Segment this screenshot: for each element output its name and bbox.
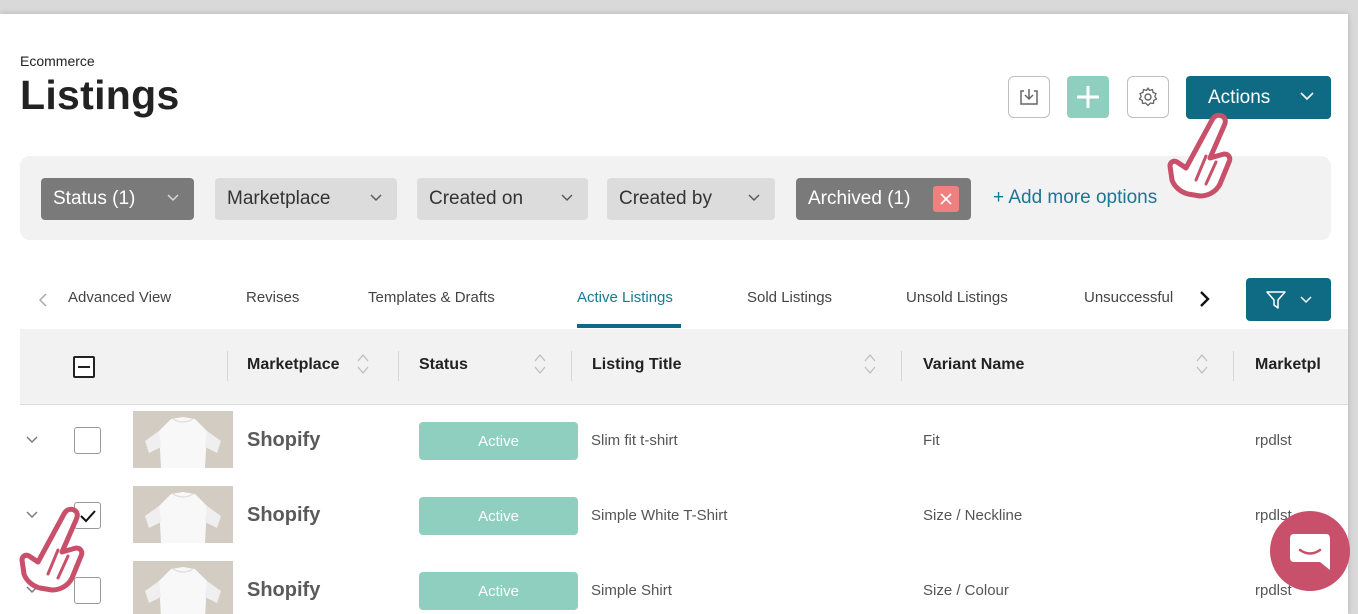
chevron-down-icon [1300,92,1314,101]
marketplace-name: Shopify [247,504,321,526]
chat-button[interactable] [1270,511,1350,591]
tab-unsold-listings[interactable]: Unsold Listings [906,289,1008,306]
column-divider [571,351,572,381]
product-thumbnail [133,561,233,614]
tab-sold-listings[interactable]: Sold Listings [747,289,832,306]
column-divider [398,351,399,381]
filter-chip-archived[interactable]: Archived (1) [796,178,971,220]
marketplace-user: rpdlst [1255,582,1292,599]
column-divider [901,351,902,381]
column-header-marketplace-user[interactable]: Marketpl [1255,356,1321,374]
filter-chip-status[interactable]: Status (1) [41,178,194,220]
actions-label: Actions [1208,86,1271,108]
chevron-down-icon [561,194,573,201]
chat-bubble-icon [1290,534,1330,570]
filter-icon [1265,290,1286,309]
column-header-marketplace[interactable]: Marketplace [247,356,340,374]
sort-icon[interactable] [534,353,546,375]
marketplace-name: Shopify [247,429,321,451]
sort-icon[interactable] [864,353,876,375]
sort-icon[interactable] [357,353,369,375]
chip-label: Created on [429,188,524,209]
plus-icon [1077,86,1099,108]
product-thumbnail [133,411,233,468]
tab-unsuccessful[interactable]: Unsuccessful [1084,289,1173,306]
listings-panel: Ecommerce Listings Actions Status (1) Ma… [0,14,1348,614]
column-header-listing-title[interactable]: Listing Title [592,356,681,374]
listing-title[interactable]: Slim fit t-shirt [591,432,678,449]
chevron-right-icon[interactable] [1198,290,1210,308]
page-title: Listings [20,72,180,118]
status-badge: Active [419,422,578,460]
filter-chip-created-on[interactable]: Created on [417,178,588,220]
marketplace-user: rpdlst [1255,432,1292,449]
filter-chip-marketplace[interactable]: Marketplace [215,178,397,220]
chip-label: Created by [619,188,712,209]
variant-name: Size / Neckline [923,507,1023,524]
column-divider [227,351,228,381]
chevron-left-icon[interactable] [38,292,48,308]
filter-chip-created-by[interactable]: Created by [607,178,775,220]
status-badge: Active [419,497,578,535]
column-header-status[interactable]: Status [419,356,468,374]
listing-title[interactable]: Simple Shirt [591,582,672,599]
status-badge: Active [419,572,578,610]
tab-active-listings[interactable]: Active Listings [577,289,673,306]
tab-advanced-view[interactable]: Advanced View [68,289,171,306]
table-filter-button[interactable] [1246,278,1331,321]
select-all-checkbox[interactable] [73,356,95,378]
table-row[interactable]: Shopify Active Simple Shirt Size / Colou… [0,555,1348,614]
gear-icon [1138,87,1158,107]
add-listing-button[interactable] [1067,76,1109,118]
table-header: Marketplace Status Listing Title Variant… [20,329,1348,405]
table-row[interactable]: Shopify Active Slim fit t-shirt Fit rpdl… [0,405,1348,481]
chevron-down-icon [167,194,179,201]
column-divider [1233,351,1234,381]
chip-label: Marketplace [227,188,331,209]
active-tab-indicator [577,324,681,328]
listing-title[interactable]: Simple White T-Shirt [591,507,727,524]
download-button[interactable] [1008,76,1050,118]
chevron-down-icon [370,194,382,201]
chip-label: Archived (1) [808,188,911,209]
tab-bar: Advanced View Revises Templates & Drafts… [0,284,1348,329]
row-checkbox[interactable] [74,427,101,454]
table-row[interactable]: Shopify Active Simple White T-Shirt Size… [0,480,1348,556]
variant-name: Fit [923,432,940,449]
chevron-down-icon [1299,295,1312,303]
sort-icon[interactable] [1196,353,1208,375]
variant-name: Size / Colour [923,582,1009,599]
marketplace-name: Shopify [247,579,321,601]
column-header-variant-name[interactable]: Variant Name [923,356,1024,374]
download-icon [1020,89,1038,105]
settings-button[interactable] [1127,76,1169,118]
chip-label: Status (1) [53,188,136,209]
tab-templates-drafts[interactable]: Templates & Drafts [368,289,495,306]
close-icon [940,193,952,205]
tab-revises[interactable]: Revises [246,289,299,306]
product-thumbnail [133,486,233,543]
hand-cursor-icon [1167,112,1233,199]
expand-row-icon[interactable] [25,435,39,445]
chevron-down-icon [748,194,760,201]
add-more-options-link[interactable]: + Add more options [993,187,1157,209]
hand-cursor-icon [19,506,85,593]
breadcrumb[interactable]: Ecommerce [20,53,95,69]
remove-filter-button[interactable] [933,186,959,212]
filter-bar: Status (1) Marketplace Created on Create… [20,156,1331,240]
